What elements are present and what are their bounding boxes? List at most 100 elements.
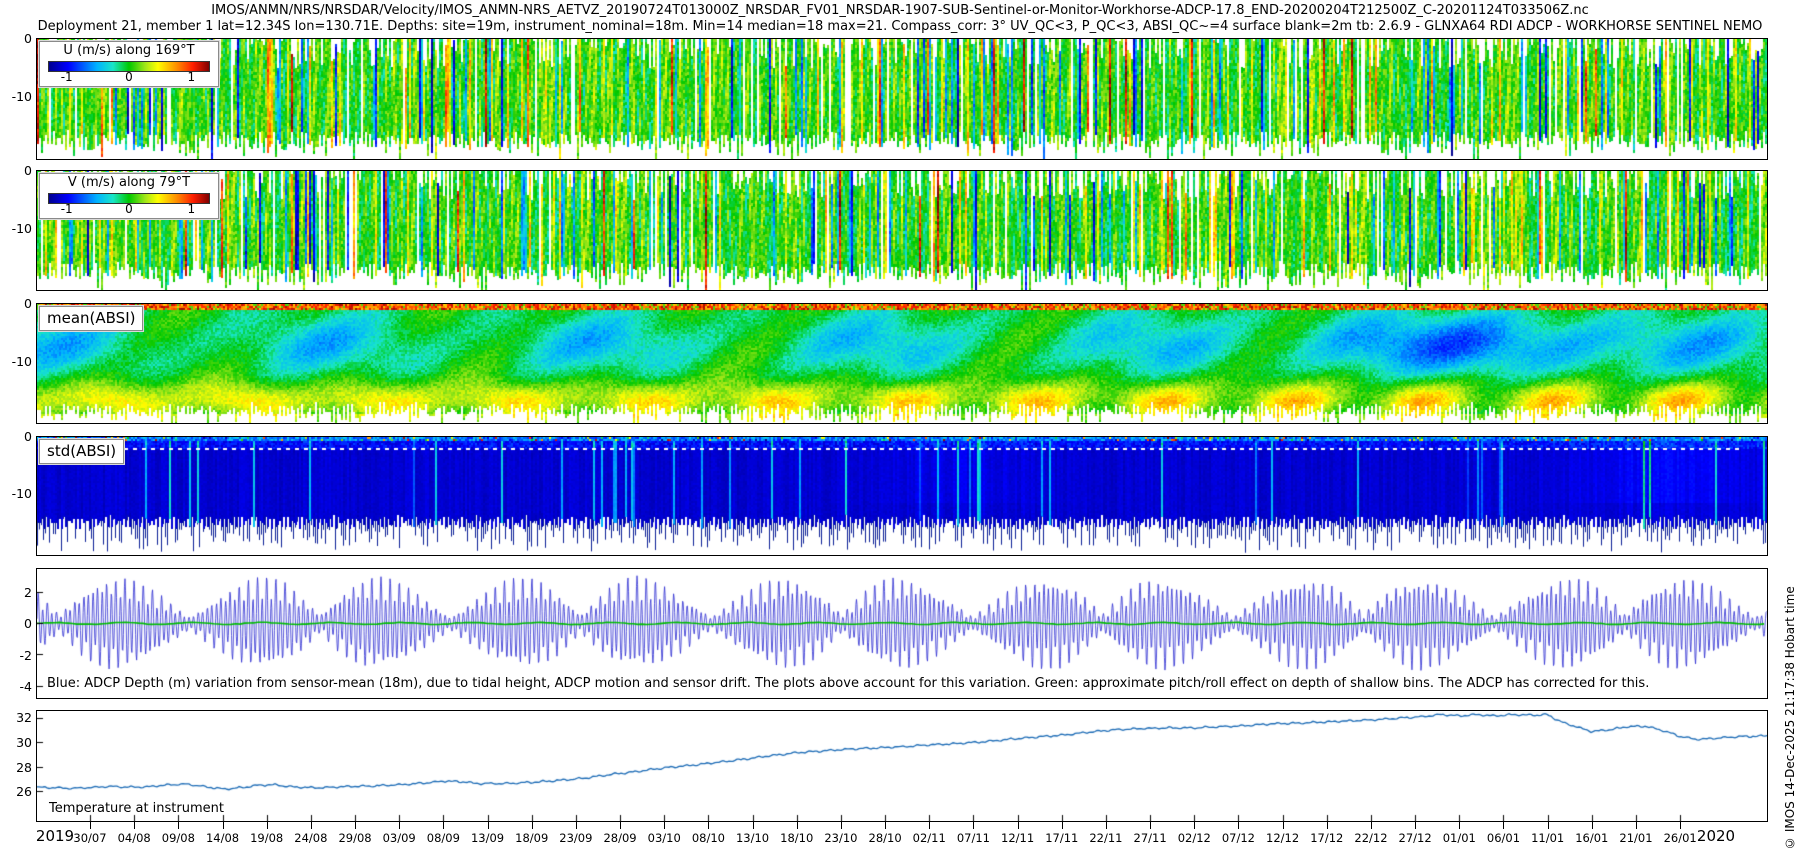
y-tick-label: -10	[0, 486, 32, 501]
depth-variation-caption: Blue: ADCP Depth (m) variation from sens…	[45, 676, 1651, 691]
x-tick	[1503, 822, 1504, 829]
x-tick	[399, 822, 400, 829]
x-tick-label: 09/08	[162, 831, 195, 845]
x-axis-year-end: 2020	[1697, 827, 1735, 845]
x-tick-label: 13/10	[736, 831, 769, 845]
x-tick	[1592, 822, 1593, 829]
std-absi-label: std(ABSI)	[39, 439, 124, 464]
y-tick-label: 30	[0, 735, 32, 750]
mean-absi-label: mean(ABSI)	[39, 306, 143, 331]
x-tick	[708, 822, 709, 829]
x-tick	[267, 822, 268, 829]
panel-std-absi: std(ABSI)	[36, 436, 1768, 556]
x-tick	[355, 822, 356, 829]
x-tick	[929, 822, 930, 829]
x-tick	[841, 822, 842, 829]
y-tick-label: 0	[0, 616, 32, 631]
adcp-figure: IMOS/ANMN/NRS/NRSDAR/Velocity/IMOS_ANMN-…	[0, 0, 1800, 850]
colorbar-tick-label: -1	[61, 202, 73, 216]
x-tick	[1680, 822, 1681, 829]
x-tick-label: 03/10	[648, 831, 681, 845]
x-tick	[1548, 822, 1549, 829]
v-velocity-legend: V (m/s) along 79°T -1 0 1	[39, 173, 219, 219]
y-tick-label: -4	[0, 679, 32, 694]
colorbar-tick-label: 0	[125, 70, 133, 84]
y-tick-label: 26	[0, 784, 32, 799]
y-tick-label: -2	[0, 648, 32, 663]
temperature-label: Temperature at instrument	[49, 801, 224, 816]
figure-title-line2: Deployment 21, member 1 lat=12.34S lon=1…	[0, 19, 1800, 34]
x-tick-label: 13/09	[471, 831, 504, 845]
x-tick-label: 01/01	[1443, 831, 1476, 845]
y-tick-label: 0	[0, 31, 32, 46]
x-tick-label: 12/12	[1266, 831, 1299, 845]
x-tick	[885, 822, 886, 829]
x-tick-label: 02/11	[913, 831, 946, 845]
mean-absi-heatmap-canvas	[37, 304, 1767, 423]
x-tick-label: 14/08	[206, 831, 239, 845]
x-tick	[1018, 822, 1019, 829]
x-tick	[1371, 822, 1372, 829]
x-tick-label: 11/01	[1531, 831, 1564, 845]
x-tick-label: 02/12	[1178, 831, 1211, 845]
x-tick	[973, 822, 974, 829]
x-tick-label: 16/01	[1575, 831, 1608, 845]
colorbar-tick-label: 1	[187, 202, 195, 216]
x-tick	[488, 822, 489, 829]
x-tick-label: 26/01	[1664, 831, 1697, 845]
x-tick	[311, 822, 312, 829]
x-tick-label: 17/12	[1310, 831, 1343, 845]
y-tick-label: 2	[0, 585, 32, 600]
x-tick	[1238, 822, 1239, 829]
x-tick-label: 22/11	[1089, 831, 1122, 845]
figure-title-line1: IMOS/ANMN/NRS/NRSDAR/Velocity/IMOS_ANMN-…	[0, 3, 1800, 18]
x-tick	[223, 822, 224, 829]
x-tick	[532, 822, 533, 829]
panel-temperature: Temperature at instrument	[36, 710, 1768, 822]
std-absi-heatmap-canvas	[37, 437, 1767, 555]
x-tick-label: 28/10	[869, 831, 902, 845]
x-axis-year-start: 2019	[36, 827, 74, 845]
x-tick	[1194, 822, 1195, 829]
u-velocity-legend-title: U (m/s) along 169°T	[40, 43, 218, 58]
x-tick-label: 08/09	[427, 831, 460, 845]
x-tick	[178, 822, 179, 829]
x-tick	[1283, 822, 1284, 829]
x-tick-label: 07/12	[1222, 831, 1255, 845]
x-tick-label: 24/08	[294, 831, 327, 845]
x-tick	[90, 822, 91, 829]
x-tick	[1150, 822, 1151, 829]
y-tick-label: 0	[0, 296, 32, 311]
x-tick-label: 18/09	[515, 831, 548, 845]
x-tick-label: 28/09	[603, 831, 636, 845]
x-tick-label: 23/09	[559, 831, 592, 845]
v-velocity-legend-title: V (m/s) along 79°T	[40, 175, 218, 190]
imos-watermark: © IMOS 14-Dec-2025 21:17:38 Hobart time	[1783, 535, 1799, 850]
temperature-line-canvas	[37, 711, 1767, 821]
x-tick	[1062, 822, 1063, 829]
y-tick-label: -10	[0, 89, 32, 104]
u-velocity-heatmap-canvas	[37, 39, 1767, 159]
panel-depth-variation: Blue: ADCP Depth (m) variation from sens…	[36, 568, 1768, 699]
x-tick-label: 18/10	[780, 831, 813, 845]
x-tick-label: 07/11	[957, 831, 990, 845]
y-tick-label: 0	[0, 429, 32, 444]
y-tick-label: 28	[0, 760, 32, 775]
x-tick	[1106, 822, 1107, 829]
x-tick	[134, 822, 135, 829]
x-tick	[1636, 822, 1637, 829]
x-tick-label: 27/11	[1134, 831, 1167, 845]
x-tick-label: 08/10	[692, 831, 725, 845]
x-tick	[443, 822, 444, 829]
x-tick	[1327, 822, 1328, 829]
x-tick	[797, 822, 798, 829]
x-tick-label: 21/01	[1619, 831, 1652, 845]
x-tick-label: 29/08	[338, 831, 371, 845]
panel-v-velocity: V (m/s) along 79°T -1 0 1	[36, 170, 1768, 291]
x-tick	[753, 822, 754, 829]
v-velocity-heatmap-canvas	[37, 171, 1767, 290]
x-tick	[576, 822, 577, 829]
y-tick-label: 0	[0, 163, 32, 178]
panel-u-velocity: U (m/s) along 169°T -1 0 1	[36, 38, 1768, 160]
x-tick-label: 06/01	[1487, 831, 1520, 845]
